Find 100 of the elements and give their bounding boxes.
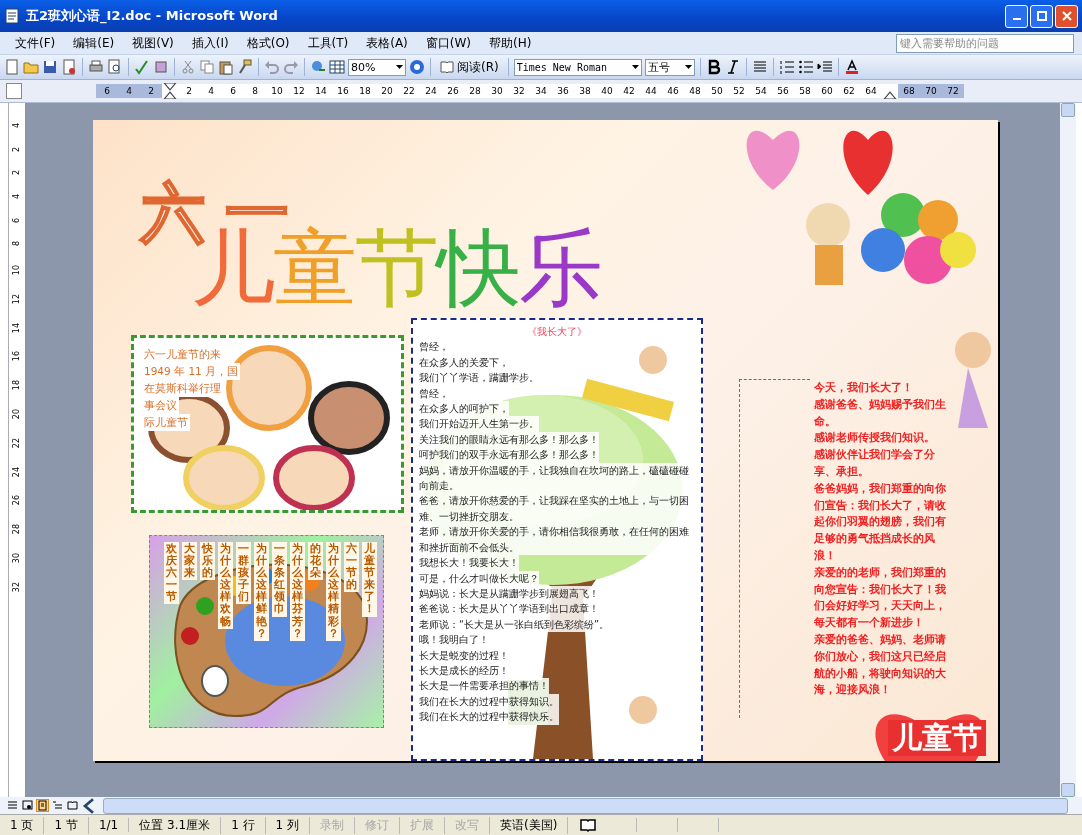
paste-icon[interactable] bbox=[218, 59, 234, 75]
minimize-icon bbox=[1012, 18, 1021, 20]
font-color-icon[interactable] bbox=[843, 59, 860, 75]
vertical-text: 为什么这样欢畅 bbox=[218, 542, 233, 629]
book-icon[interactable] bbox=[580, 817, 597, 833]
paragraph: 感谢老师传授我们知识。 bbox=[814, 430, 936, 446]
menu-item[interactable]: 窗口(W) bbox=[418, 33, 479, 53]
new-document-icon[interactable] bbox=[4, 59, 20, 75]
ruler-number: 18 bbox=[13, 380, 21, 391]
numbered-list-icon[interactable] bbox=[778, 59, 795, 75]
status-item: 英语(美国) bbox=[490, 816, 569, 834]
ruler-number: 56 bbox=[776, 86, 790, 96]
ruler-number: 4 bbox=[207, 86, 215, 96]
ruler-number: 62 bbox=[842, 86, 856, 96]
menu-item[interactable]: 插入(I) bbox=[184, 33, 236, 53]
ruler-number: 48 bbox=[688, 86, 702, 96]
indent-icon[interactable] bbox=[816, 59, 833, 75]
ruler-number: 10 bbox=[13, 265, 21, 276]
view-button[interactable] bbox=[66, 799, 79, 812]
format-painter-icon[interactable] bbox=[237, 59, 253, 75]
save-icon[interactable] bbox=[42, 59, 58, 75]
ruler-number: 58 bbox=[798, 86, 812, 96]
menu-item[interactable]: 视图(V) bbox=[125, 33, 181, 53]
vertical-text: 为什么这样精彩？ bbox=[326, 542, 341, 641]
ruler-number: 2 bbox=[13, 170, 21, 176]
ruler-number: 6 bbox=[103, 86, 111, 96]
print-preview-icon[interactable] bbox=[107, 59, 123, 75]
help-search-field[interactable]: 键入需要帮助的问题 bbox=[896, 33, 1074, 53]
ruler-number: 38 bbox=[578, 86, 592, 96]
ruler-number: 16 bbox=[336, 86, 350, 96]
view-button[interactable] bbox=[21, 799, 34, 812]
bulleted-list-icon[interactable] bbox=[797, 59, 814, 75]
maximize-icon bbox=[1036, 11, 1047, 21]
ruler-number: 72 bbox=[946, 86, 960, 96]
maximize-button[interactable] bbox=[1030, 4, 1053, 28]
vertical-text: 大家来 bbox=[182, 542, 197, 581]
read-button[interactable]: 阅读(R) bbox=[436, 57, 503, 77]
status-item: 录制 bbox=[310, 816, 356, 834]
book-icon bbox=[440, 61, 454, 73]
tab-selector[interactable] bbox=[6, 83, 22, 99]
paragraph: 爸爸妈妈，我们郑重的向你们宣告：我们长大了，请收起你们羽翼的翅膀，我们有足够的勇气抵挡成长的风浪！ bbox=[814, 480, 947, 563]
status-item: 修订 bbox=[355, 816, 401, 834]
status-item: 改写 bbox=[445, 816, 491, 834]
ruler-number: 44 bbox=[644, 86, 658, 96]
menu-item[interactable]: 工具(T) bbox=[300, 33, 356, 53]
font-dropdown[interactable]: Times New Roman bbox=[513, 58, 642, 76]
ruler-number: 8 bbox=[13, 241, 21, 247]
ruler-number: 60 bbox=[820, 86, 834, 96]
menu-item[interactable]: 编辑(E) bbox=[66, 33, 122, 53]
ruler-number: 28 bbox=[13, 524, 21, 535]
folder-icon[interactable] bbox=[23, 59, 39, 75]
ruler-number: 14 bbox=[314, 86, 328, 96]
spelling-check-icon[interactable] bbox=[134, 59, 150, 75]
ruler-number: 70 bbox=[924, 86, 938, 96]
menu-item[interactable]: 表格(A) bbox=[359, 33, 415, 53]
ruler-number: 24 bbox=[13, 466, 21, 477]
ruler-number: 20 bbox=[13, 409, 21, 420]
ruler-number: 2 bbox=[147, 86, 155, 96]
horizontal-scrollbar[interactable] bbox=[103, 797, 1068, 814]
ruler-number: 64 bbox=[864, 86, 878, 96]
menu-item[interactable]: 文件(F) bbox=[8, 33, 63, 53]
close-button[interactable] bbox=[1055, 4, 1078, 28]
status-item: 1 节 bbox=[44, 816, 89, 834]
vertical-scrollbar[interactable] bbox=[1060, 103, 1076, 797]
ruler-number: 22 bbox=[13, 437, 21, 448]
ruler-number: 4 bbox=[13, 123, 21, 129]
caret-icon bbox=[396, 65, 403, 69]
ruler-number: 36 bbox=[556, 86, 570, 96]
menu-item[interactable]: 帮助(H) bbox=[482, 33, 539, 53]
table-icon[interactable] bbox=[329, 59, 345, 75]
printer-icon[interactable] bbox=[88, 59, 104, 75]
paragraph: 感谢爸爸、妈妈赐予我们生命。 bbox=[814, 396, 947, 429]
menu-item[interactable]: 格式(O) bbox=[239, 33, 297, 53]
paragraph: 今天，我们长大了！ bbox=[814, 380, 914, 395]
ruler-number: 12 bbox=[13, 293, 21, 305]
ruler-number: 10 bbox=[270, 86, 284, 96]
ruler-number: 6 bbox=[13, 217, 21, 223]
ruler-number: 68 bbox=[902, 86, 916, 96]
help-icon[interactable] bbox=[409, 59, 425, 75]
ruler-number: 12 bbox=[292, 86, 306, 96]
status-item: 1 页 bbox=[0, 816, 45, 834]
ruler-number: 2 bbox=[185, 86, 193, 96]
paragraph: 亲爱的爸爸、妈妈、老师请你们放心，我们这只已经启航的小船，将驶向知识的大海，迎接风浪！ bbox=[814, 631, 947, 698]
vertical-text: 欢庆六一节 bbox=[164, 542, 179, 605]
font-size-dropdown[interactable]: 五号 bbox=[644, 58, 695, 76]
status-item: 扩展 bbox=[400, 816, 446, 834]
indent-marker-icon[interactable] bbox=[162, 83, 178, 99]
align-icon[interactable] bbox=[751, 59, 768, 75]
status-item: 1/1 bbox=[88, 818, 130, 832]
ruler-number: 18 bbox=[358, 86, 372, 96]
minimize-button[interactable] bbox=[1005, 4, 1028, 28]
zoom-dropdown[interactable]: 80% bbox=[348, 58, 406, 76]
word-document-icon bbox=[4, 8, 20, 24]
vertical-text: 一条条红领巾 bbox=[272, 542, 287, 617]
ruler-number: 24 bbox=[424, 86, 438, 96]
vertical-text: 快乐的 bbox=[200, 542, 215, 581]
paragraph: 感谢伙伴让我们学会了分享、承担。 bbox=[814, 447, 936, 479]
ruler-number: 16 bbox=[13, 351, 21, 362]
ruler-number: 4 bbox=[13, 194, 21, 200]
scissors-icon[interactable] bbox=[180, 59, 196, 75]
